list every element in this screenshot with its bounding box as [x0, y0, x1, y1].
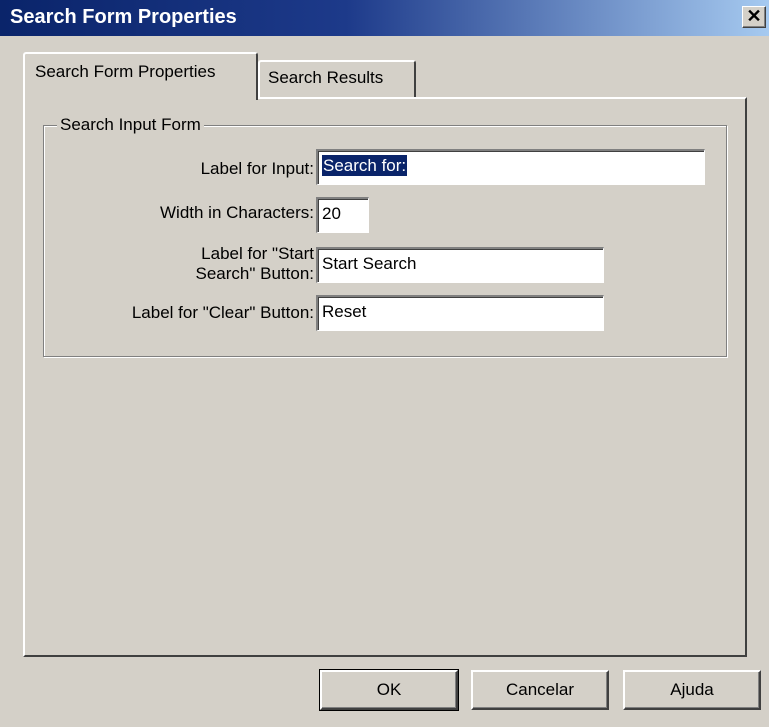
label-for-input-value: Search for:	[322, 155, 408, 176]
start-search-label-line2: Search" Button:	[195, 264, 315, 283]
cancel-button-label: Cancelar	[505, 680, 575, 699]
width-in-characters-label: Width in Characters:	[160, 203, 314, 222]
cancel-button[interactable]: Cancelar	[471, 670, 609, 710]
width-in-characters-value: 20	[322, 204, 341, 223]
close-icon: ✕	[746, 6, 762, 26]
start-search-field[interactable]: Start Search	[316, 247, 604, 283]
clear-button-label: Label for "Clear" Button:	[131, 303, 314, 322]
help-button[interactable]: Ajuda	[623, 670, 761, 710]
tab-label: Search Form Properties	[35, 62, 216, 81]
clear-button-value: Reset	[322, 302, 367, 321]
clear-button-field[interactable]: Reset	[316, 295, 604, 331]
title-bar[interactable]: Search Form Properties ✕	[0, 0, 769, 36]
start-search-value: Start Search	[322, 254, 417, 273]
window-title: Search Form Properties	[10, 6, 237, 28]
width-in-characters-field[interactable]: 20	[316, 197, 369, 233]
tab-label: Search Results	[268, 68, 384, 87]
start-search-label-line1: Label for "Start	[201, 244, 314, 263]
tab-search-results[interactable]: Search Results	[258, 60, 416, 98]
ok-button[interactable]: OK	[319, 669, 459, 711]
group-legend: Search Input Form	[57, 115, 204, 135]
ok-button-label: OK	[376, 680, 402, 699]
close-button[interactable]: ✕	[742, 6, 766, 28]
label-for-input-field[interactable]: Search for:	[316, 149, 705, 185]
tab-search-form-properties[interactable]: Search Form Properties	[23, 52, 258, 100]
help-button-label: Ajuda	[670, 680, 714, 699]
label-for-input-label: Label for Input:	[200, 159, 314, 178]
